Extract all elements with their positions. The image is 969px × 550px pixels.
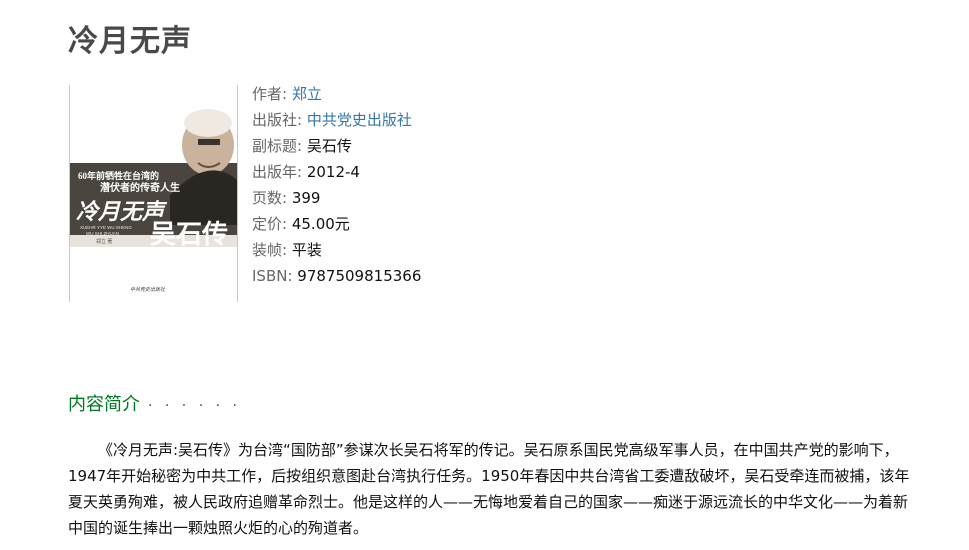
page-title: 冷月无声 [68, 24, 192, 59]
cover-top-line2: 潜伏者的传奇人生 [100, 181, 180, 194]
info-publisher-row: 出版社: 中共党史出版社 [252, 107, 421, 133]
info-publisher-label: 出版社: [252, 111, 303, 129]
info-author-row: 作者: 郑立 [252, 81, 421, 107]
info-author-label: 作者: [252, 85, 288, 103]
info-isbn-label: ISBN: [252, 267, 293, 285]
info-isbn-value: 9787509815366 [297, 267, 422, 285]
info-subtitle-value: 吴石传 [306, 137, 352, 155]
publisher-link[interactable]: 中共党史出版社 [307, 111, 412, 129]
intro-heading-dots: · · · · · · [148, 398, 241, 414]
cover-top-line1: 60年前牺牲在台湾的 [78, 170, 159, 181]
info-isbn-row: ISBN: 9787509815366 [252, 263, 421, 289]
info-binding-label: 装帧: [252, 241, 288, 259]
info-price-value: 45.00元 [291, 215, 350, 233]
cover-author-line: 郑立 著 [96, 238, 112, 245]
book-cover-image[interactable]: 60年前牺牲在台湾的 潜伏者的传奇人生 冷月无声 吴石传 XUEHR YYE W… [69, 85, 238, 302]
info-pages-value: 399 [291, 189, 321, 207]
info-pages-row: 页数: 399 [252, 185, 421, 211]
cover-subtitle-large: 吴石传 [150, 220, 228, 249]
info-binding-row: 装帧: 平装 [252, 237, 421, 263]
book-info-panel: 作者: 郑立 出版社: 中共党史出版社 副标题: 吴石传 出版年: 2012-4… [252, 81, 421, 289]
cover-pinyin-line2: WU SHI ZHUAN [86, 231, 119, 236]
info-binding-value: 平装 [291, 241, 322, 259]
author-link[interactable]: 郑立 [292, 85, 322, 103]
info-year-label: 出版年: [252, 163, 303, 181]
info-price-label: 定价: [252, 215, 288, 233]
info-subtitle-label: 副标题: [252, 137, 303, 155]
cover-pinyin-line1: XUEHR YYE WU SHENG [80, 225, 132, 230]
intro-text: 《冷月无声:吴石传》为台湾“国防部”参谋次长吴石将军的传记。吴石原系国民党高级军… [68, 441, 910, 537]
cover-publisher-line: 中共党史出版社 [130, 286, 166, 293]
info-year-value: 2012-4 [306, 163, 360, 181]
info-price-row: 定价: 45.00元 [252, 211, 421, 237]
info-pages-label: 页数: [252, 189, 288, 207]
info-subtitle-row: 副标题: 吴石传 [252, 133, 421, 159]
info-year-row: 出版年: 2012-4 [252, 159, 421, 185]
intro-heading-text: 内容简介 [68, 394, 140, 415]
intro-heading: 内容简介 · · · · · · [68, 392, 241, 419]
